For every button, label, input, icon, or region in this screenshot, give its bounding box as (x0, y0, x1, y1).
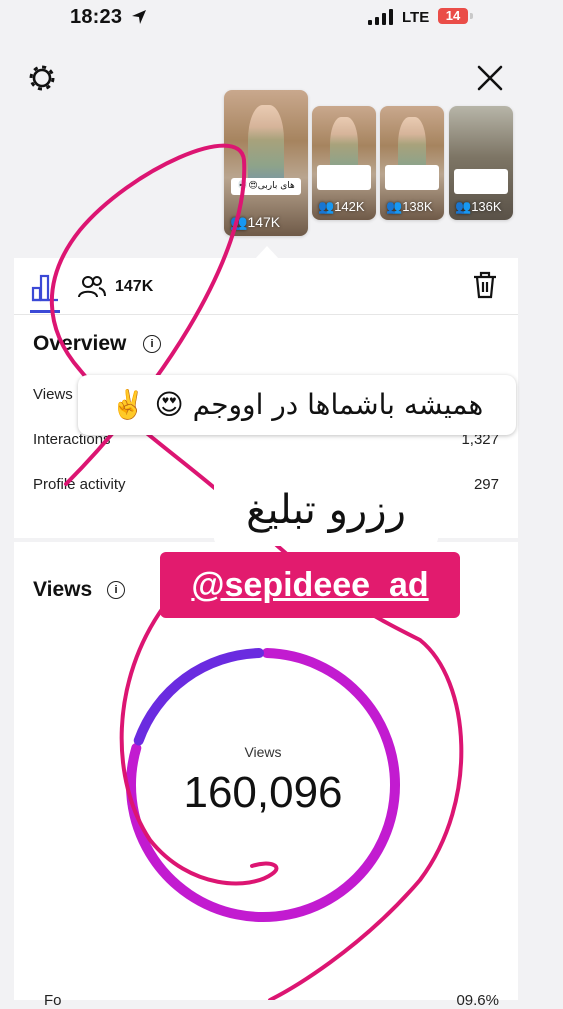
signal-icon (368, 9, 393, 25)
active-tab-indicator (30, 310, 60, 313)
views-header: Views i (33, 578, 125, 602)
bar-chart-icon (31, 274, 58, 302)
thumbnail-view-count: 👥136K (455, 199, 502, 214)
caption-sticker: همیشه باشماها در اووجم 😍 ✌️ (78, 375, 516, 435)
location-arrow-icon (132, 10, 146, 24)
thumbnail-view-count: 👥142K (318, 199, 365, 214)
followers-percent: 09.6% (456, 992, 499, 1009)
story-thumbnail-selected[interactable]: های باربی😍💀 👥147K (224, 90, 308, 236)
people-icon: 👥 (455, 199, 472, 214)
overview-title: Overview (33, 332, 127, 355)
tab-bar: 147K (14, 258, 518, 315)
thumbnail-view-count: 👥147K (230, 214, 281, 230)
story-thumbnail[interactable]: 👥136K (449, 106, 513, 220)
donut-segment-1 (133, 648, 265, 746)
trash-icon[interactable] (472, 271, 498, 299)
donut-center-label: Views (244, 744, 282, 760)
info-icon[interactable]: i (107, 581, 125, 599)
overview-row-label: Profile activity (33, 476, 126, 493)
overview-row-value: 297 (473, 476, 499, 493)
people-icon: 👥 (230, 214, 248, 230)
overview-row-label: Views (33, 386, 73, 403)
story-header: های باربی😍💀 👥147K 👥142K 👥138K 👥136K (0, 40, 563, 260)
views-title: Views (33, 578, 93, 601)
people-icon (78, 276, 106, 298)
story-thumbnail[interactable]: 👥142K (312, 106, 376, 220)
status-bar: 18:23 LTE 14 (0, 0, 563, 40)
info-icon[interactable]: i (143, 335, 161, 353)
story-thumbnail[interactable]: 👥138K (380, 106, 444, 220)
thumbnail-view-count: 👥138K (386, 199, 433, 214)
followers-label: Fo (44, 992, 62, 1009)
battery-tip (470, 13, 473, 19)
clock: 18:23 (70, 6, 123, 28)
mention-handle: @sepideee_ad (191, 566, 429, 604)
network-type: LTE (402, 9, 430, 26)
close-icon[interactable] (476, 64, 504, 92)
battery-indicator: 14 (438, 8, 468, 24)
people-icon: 👥 (318, 199, 335, 214)
mention-sticker[interactable]: @sepideee_ad (160, 552, 460, 618)
tab-insights[interactable] (30, 272, 60, 302)
people-icon: 👥 (386, 199, 403, 214)
viewers-count: 147K (115, 278, 154, 295)
ad-reservation-sticker: رزرو تبلیغ (214, 474, 438, 546)
thumbnail-caption: های باربی😍💀 (230, 177, 302, 196)
donut-total-value: 160,096 (183, 768, 343, 817)
overview-header: Overview i (33, 332, 161, 356)
settings-gear-icon[interactable] (28, 64, 56, 92)
